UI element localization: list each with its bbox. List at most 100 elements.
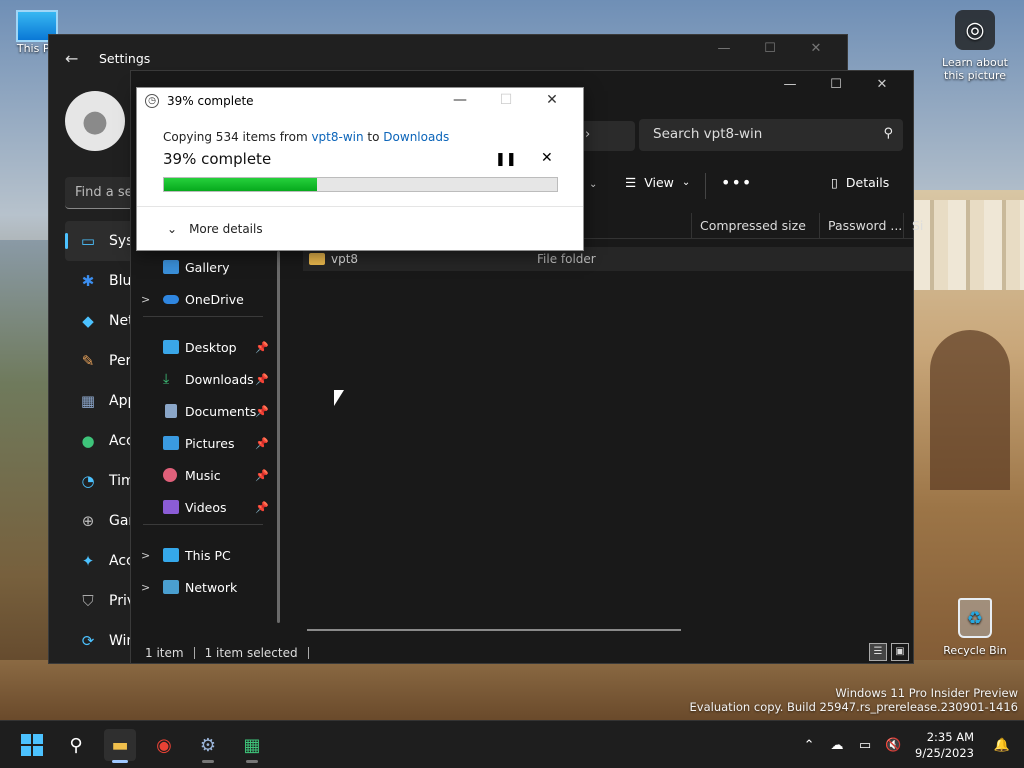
nav-item-videos[interactable]: Videos 📌: [131, 491, 279, 523]
globe-clock-icon: ◔: [81, 472, 95, 490]
pictures-icon: [163, 436, 179, 450]
taskbar-settings[interactable]: ⚙: [192, 729, 224, 763]
taskbar-clock[interactable]: 2:35 AM 9/25/2023: [915, 729, 974, 761]
address-bar[interactable]: ›: [575, 121, 635, 151]
nav-item-pictures[interactable]: Pictures 📌: [131, 427, 279, 459]
pin-icon[interactable]: 📌: [255, 373, 269, 386]
chevron-down-icon[interactable]: ⌄: [589, 179, 597, 190]
system-tray: ⌃ ☁ ▭ 🔇 2:35 AM 9/25/2023 🔔: [795, 721, 1024, 768]
clock-time: 2:35 AM: [926, 730, 974, 744]
tiles-view-icon[interactable]: ▣: [891, 643, 909, 661]
watermark-line: Windows 11 Pro Insider Preview: [835, 686, 1018, 700]
dialog-divider: [137, 206, 583, 207]
network-icon[interactable]: ▭: [851, 738, 879, 753]
nav-label: This PC: [185, 547, 231, 563]
cloud-info-icon[interactable]: ☁: [823, 738, 851, 753]
search-icon: ⚲: [883, 126, 893, 141]
mouse-cursor: [334, 390, 344, 406]
chevron-down-icon: ⌄: [167, 222, 178, 236]
more-details-toggle[interactable]: ⌄ More details: [167, 222, 263, 236]
store-icon: ▦: [243, 734, 261, 756]
column-header-size[interactable]: Si: [903, 213, 923, 239]
chevron-up-icon[interactable]: ⌃: [795, 738, 823, 753]
monitor-icon: ▭: [80, 232, 96, 250]
column-header-password[interactable]: Password ...: [819, 213, 902, 239]
pin-icon[interactable]: 📌: [255, 469, 269, 482]
desktop-icon: [163, 340, 179, 354]
avatar[interactable]: ●: [65, 91, 125, 151]
close-button[interactable]: ✕: [859, 77, 905, 92]
desktop-icon-label: Recycle Bin: [943, 644, 1007, 657]
search-placeholder: Search vpt8-win: [653, 126, 763, 142]
nav-label: Videos: [185, 499, 227, 515]
taskbar-store[interactable]: ▦: [236, 729, 268, 763]
minimize-button[interactable]: —: [701, 41, 747, 56]
pin-icon[interactable]: 📌: [255, 501, 269, 514]
download-icon: ⤓: [163, 371, 170, 387]
watermark-line: Evaluation copy. Build 25947.rs_prerelea…: [689, 700, 1018, 714]
taskbar: ⚲ ▬ ◉ ⚙ ▦ ⌃ ☁ ▭ 🔇 2:35 AM 9/25/2023 🔔: [0, 720, 1024, 768]
nav-label: Gallery: [185, 259, 230, 275]
nav-item-gallery[interactable]: Gallery: [131, 251, 279, 283]
pin-icon[interactable]: 📌: [255, 437, 269, 450]
minimize-button[interactable]: —: [437, 92, 483, 108]
vertical-scrollbar[interactable]: [277, 251, 280, 623]
details-label: Details: [845, 175, 890, 190]
pin-icon[interactable]: 📌: [255, 405, 269, 418]
column-header-compressed-size[interactable]: Compressed size: [691, 213, 806, 239]
search-input[interactable]: Search vpt8-win ⚲: [639, 119, 903, 151]
destination-link[interactable]: Downloads: [383, 130, 449, 144]
nav-item-network[interactable]: > Network: [131, 571, 279, 603]
chrome-icon: ◉: [156, 734, 172, 756]
chevron-right-icon[interactable]: >: [141, 293, 150, 306]
start-button[interactable]: [16, 729, 48, 761]
nav-item-desktop[interactable]: Desktop 📌: [131, 331, 279, 363]
view-button[interactable]: ☰ View ⌄: [625, 175, 690, 190]
notification-bell-icon[interactable]: 🔔: [988, 738, 1016, 753]
copy-description: Copying 534 items from vpt8-win to Downl…: [163, 130, 449, 144]
details-view-icon[interactable]: ☰: [869, 643, 887, 661]
more-details-label: More details: [189, 222, 263, 236]
window-controls: — ☐ ✕: [701, 41, 839, 56]
status-selected-count: 1 item selected: [204, 646, 298, 660]
window-title: Settings: [99, 50, 151, 66]
clock-icon: ◷: [145, 94, 159, 108]
back-arrow-icon[interactable]: ←: [65, 49, 89, 68]
video-icon: [163, 500, 179, 514]
horizontal-scrollbar[interactable]: [307, 629, 681, 631]
close-button[interactable]: ✕: [793, 41, 839, 56]
more-options-button[interactable]: •••: [721, 173, 752, 192]
chevron-right-icon[interactable]: >: [141, 549, 150, 562]
maximize-button[interactable]: ☐: [813, 77, 859, 92]
nav-item-onedrive[interactable]: > OneDrive: [131, 283, 279, 315]
details-button[interactable]: ▯ Details: [831, 175, 889, 190]
source-link[interactable]: vpt8-win: [311, 130, 363, 144]
navigation-pane: Gallery > OneDrive Desktop 📌 ⤓ Downloads 📌 D…: [131, 251, 279, 603]
cancel-button[interactable]: ✕: [541, 150, 553, 166]
pin-icon[interactable]: 📌: [255, 341, 269, 354]
taskbar-file-explorer[interactable]: ▬: [104, 729, 136, 763]
apps-icon: ▦: [80, 392, 96, 410]
nav-item-documents[interactable]: Documents 📌: [131, 395, 279, 427]
nav-label: Downloads: [185, 371, 254, 387]
nav-label: OneDrive: [185, 291, 244, 307]
minimize-button[interactable]: —: [767, 77, 813, 92]
dialog-titlebar: ◷ 39% complete: [145, 94, 254, 108]
running-indicator: [246, 760, 258, 763]
nav-item-this-pc[interactable]: > This PC: [131, 539, 279, 571]
maximize-button[interactable]: ☐: [747, 41, 793, 56]
gear-icon: ⚙: [199, 734, 217, 756]
volume-muted-icon[interactable]: 🔇: [879, 738, 907, 753]
chevron-right-icon[interactable]: >: [141, 581, 150, 594]
shield-icon: ⛉: [82, 592, 94, 610]
pause-button[interactable]: ❚❚: [495, 152, 517, 167]
taskbar-chrome[interactable]: ◉: [148, 729, 180, 761]
close-button[interactable]: ✕: [529, 92, 575, 108]
desktop-icon-recycle-bin[interactable]: ♻ Recycle Bin: [940, 598, 1010, 657]
status-divider: [307, 647, 309, 659]
nav-item-music[interactable]: Music 📌: [131, 459, 279, 491]
nav-item-downloads[interactable]: ⤓ Downloads 📌: [131, 363, 279, 395]
desktop-icon-learn-about-picture[interactable]: ◎ Learn about this picture: [936, 10, 1014, 82]
taskbar-search-button[interactable]: ⚲: [60, 729, 92, 761]
view-icon: ☰: [625, 175, 637, 190]
